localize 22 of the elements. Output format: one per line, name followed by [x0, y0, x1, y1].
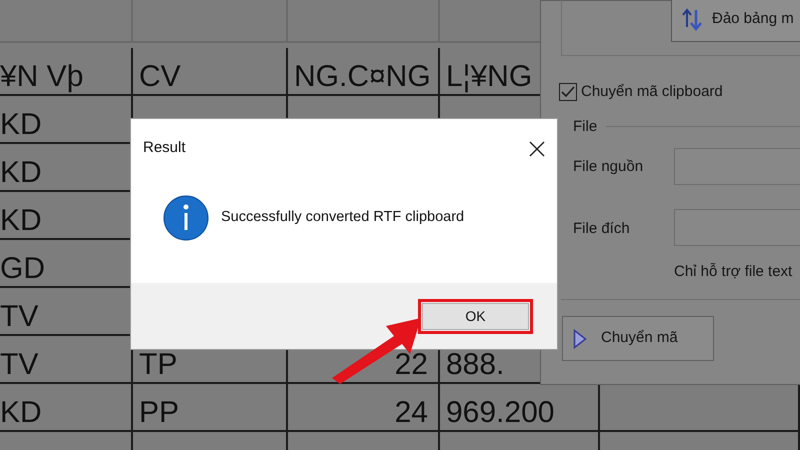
column-header: ¥N Vþ [0, 48, 133, 96]
table-cell: 24 [288, 384, 440, 432]
dialog-message: Successfully converted RTF clipboard [221, 208, 464, 227]
input-field[interactable] [674, 148, 800, 185]
convert-button[interactable]: Chuyển mã [562, 316, 714, 361]
check-mark-icon [561, 86, 575, 98]
input-field[interactable] [674, 209, 800, 246]
group-title: File [573, 117, 598, 137]
column-header: CV [133, 48, 288, 96]
play-icon [573, 328, 587, 348]
swap-arrows-icon [682, 7, 704, 31]
hint-text: Chỉ hỗ trợ file text [674, 262, 792, 282]
swap-table-button[interactable]: Đảo bảng m [671, 0, 800, 42]
ok-button[interactable]: OK [422, 302, 529, 330]
close-button[interactable] [529, 140, 545, 156]
field-label: File đích [573, 219, 630, 239]
dialog-title: Result [143, 138, 186, 158]
field-label: File nguồn [573, 157, 644, 177]
table-cell: KD [0, 384, 133, 432]
table-cell: PP [133, 384, 288, 432]
info-icon [163, 194, 209, 240]
column-header: NG.C¤NG [288, 48, 440, 96]
